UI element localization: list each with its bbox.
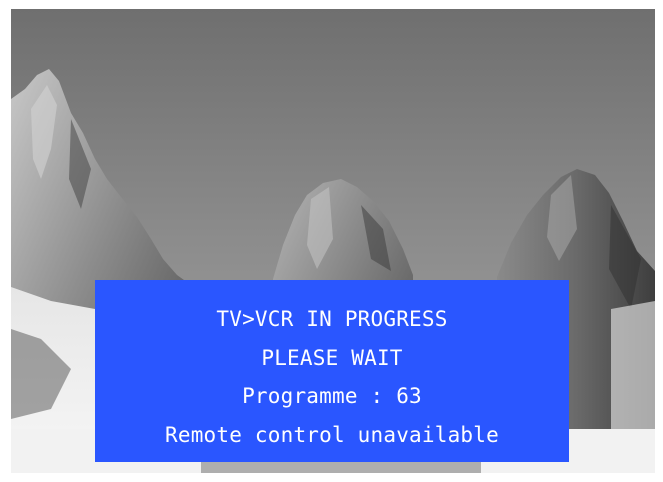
osd-status-line: TV>VCR IN PROGRESS bbox=[216, 307, 448, 331]
osd-remote-line: Remote control unavailable bbox=[165, 422, 499, 447]
osd-message-panel: TV>VCR IN PROGRESS PLEASE WAIT Programme… bbox=[95, 280, 569, 462]
osd-programme-line: Programme : 63 bbox=[242, 384, 422, 408]
osd-wait-line: PLEASE WAIT bbox=[261, 345, 403, 370]
